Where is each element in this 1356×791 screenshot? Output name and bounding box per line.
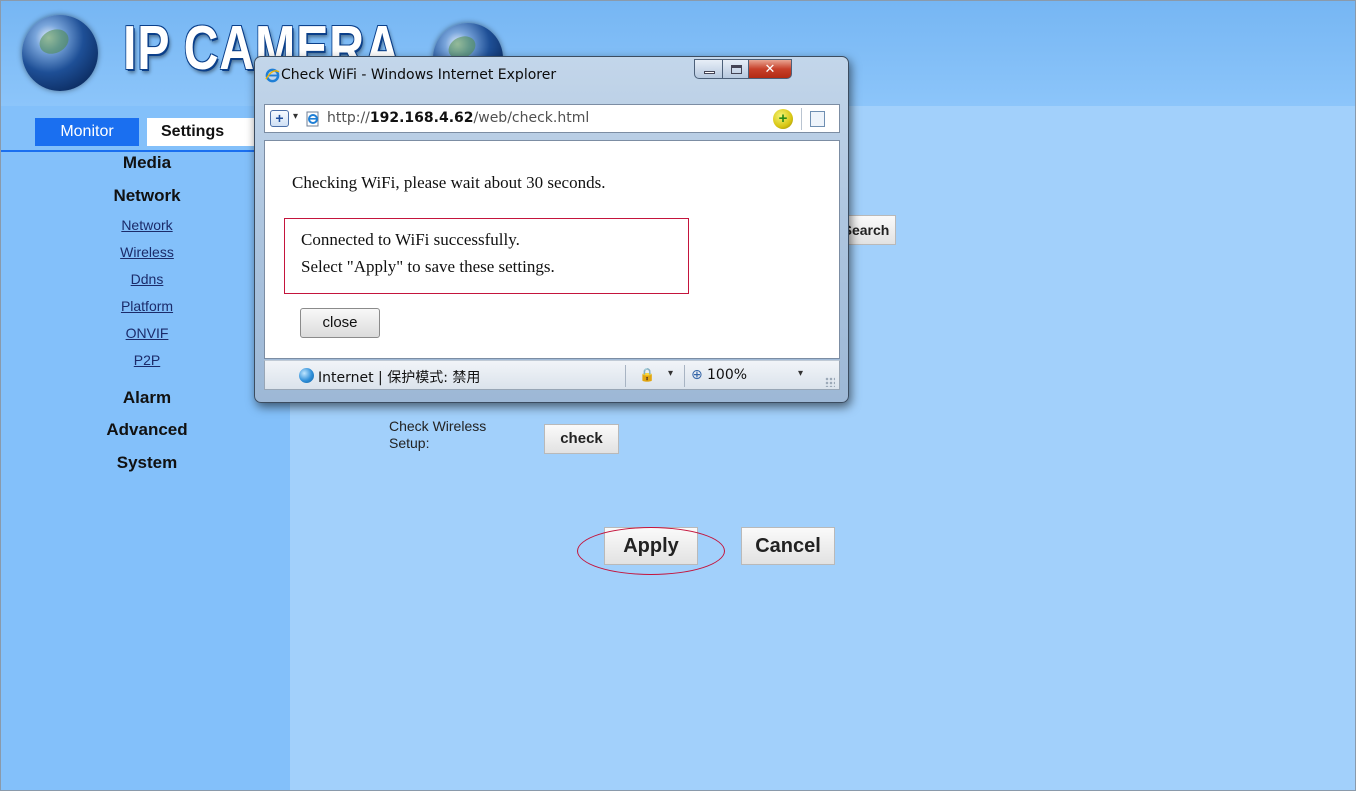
ie-icon bbox=[265, 68, 280, 83]
menu-advanced[interactable]: Advanced bbox=[47, 420, 247, 440]
menu-media[interactable]: Media bbox=[47, 153, 247, 173]
feeds-icon[interactable] bbox=[810, 111, 825, 127]
tab-bar: Monitor Settings bbox=[1, 114, 290, 152]
resize-grip-icon[interactable] bbox=[825, 377, 835, 387]
result-line-1: Connected to WiFi successfully. bbox=[301, 230, 520, 249]
zone-status-text: Internet | 保护模式: 禁用 bbox=[318, 370, 481, 386]
divider bbox=[625, 365, 626, 387]
window-title: Check WiFi - Windows Internet Explorer bbox=[281, 67, 557, 83]
result-box: Connected to WiFi successfully. Select "… bbox=[284, 218, 689, 294]
chevron-down-icon[interactable]: ▾ bbox=[798, 368, 803, 379]
sidebar: Monitor Settings Media Network Network W… bbox=[1, 106, 290, 790]
status-bar: Internet | 保护模式: 禁用 🔒 ▾ ⊕ 100% ▾ bbox=[264, 360, 840, 390]
globe-logo-icon bbox=[22, 15, 98, 91]
cancel-button[interactable]: Cancel bbox=[741, 527, 835, 565]
result-line-2: Select "Apply" to save these settings. bbox=[301, 257, 555, 276]
minimize-button[interactable] bbox=[694, 59, 723, 79]
chevron-down-icon[interactable]: ▾ bbox=[293, 111, 298, 122]
link-onvif[interactable]: ONVIF bbox=[47, 325, 247, 341]
link-p2p[interactable]: P2P bbox=[47, 352, 247, 368]
maximize-icon bbox=[731, 65, 742, 74]
close-icon: ✕ bbox=[764, 61, 776, 76]
page-icon bbox=[306, 111, 319, 127]
popup-content: Checking WiFi, please wait about 30 seco… bbox=[264, 140, 840, 359]
link-platform[interactable]: Platform bbox=[47, 298, 247, 314]
zoom-level[interactable]: 100% bbox=[707, 367, 747, 383]
tab-monitor[interactable]: Monitor bbox=[35, 118, 139, 146]
security-icon[interactable]: 🔒 bbox=[639, 367, 655, 383]
tab-divider bbox=[1, 150, 290, 152]
zoom-icon[interactable]: ⊕ bbox=[691, 366, 703, 383]
highlight-ellipse bbox=[577, 527, 725, 575]
add-tab-icon[interactable]: + bbox=[270, 110, 289, 127]
compatibility-icon[interactable]: + bbox=[773, 109, 793, 129]
check-button[interactable]: check bbox=[544, 424, 619, 454]
minimize-icon bbox=[704, 71, 715, 74]
menu-alarm[interactable]: Alarm bbox=[47, 388, 247, 408]
maximize-button[interactable] bbox=[722, 59, 749, 79]
menu-system[interactable]: System bbox=[47, 453, 247, 473]
window-controls: ✕ bbox=[694, 59, 839, 79]
link-ddns[interactable]: Ddns bbox=[47, 271, 247, 287]
check-wireless-label: Check Wireless Setup: bbox=[389, 418, 487, 451]
menu-network[interactable]: Network bbox=[47, 186, 247, 206]
link-network[interactable]: Network bbox=[47, 217, 247, 233]
checking-message: Checking WiFi, please wait about 30 seco… bbox=[292, 173, 606, 192]
address-bar[interactable]: + ▾ http://192.168.4.62/web/check.html + bbox=[264, 104, 840, 133]
close-window-button[interactable]: ✕ bbox=[748, 59, 792, 79]
chevron-down-icon[interactable]: ▾ bbox=[668, 368, 673, 379]
divider bbox=[801, 108, 802, 130]
browser-page: IP CAMERA Monitor Settings Media Network… bbox=[0, 0, 1356, 791]
close-button[interactable]: close bbox=[300, 308, 380, 338]
divider bbox=[684, 365, 685, 387]
tab-settings[interactable]: Settings bbox=[147, 118, 267, 146]
check-wifi-popup-window: Check WiFi - Windows Internet Explorer ✕… bbox=[254, 56, 849, 403]
internet-zone-icon bbox=[299, 368, 314, 383]
url-text[interactable]: http://192.168.4.62/web/check.html bbox=[327, 110, 589, 126]
link-wireless[interactable]: Wireless bbox=[47, 244, 247, 260]
